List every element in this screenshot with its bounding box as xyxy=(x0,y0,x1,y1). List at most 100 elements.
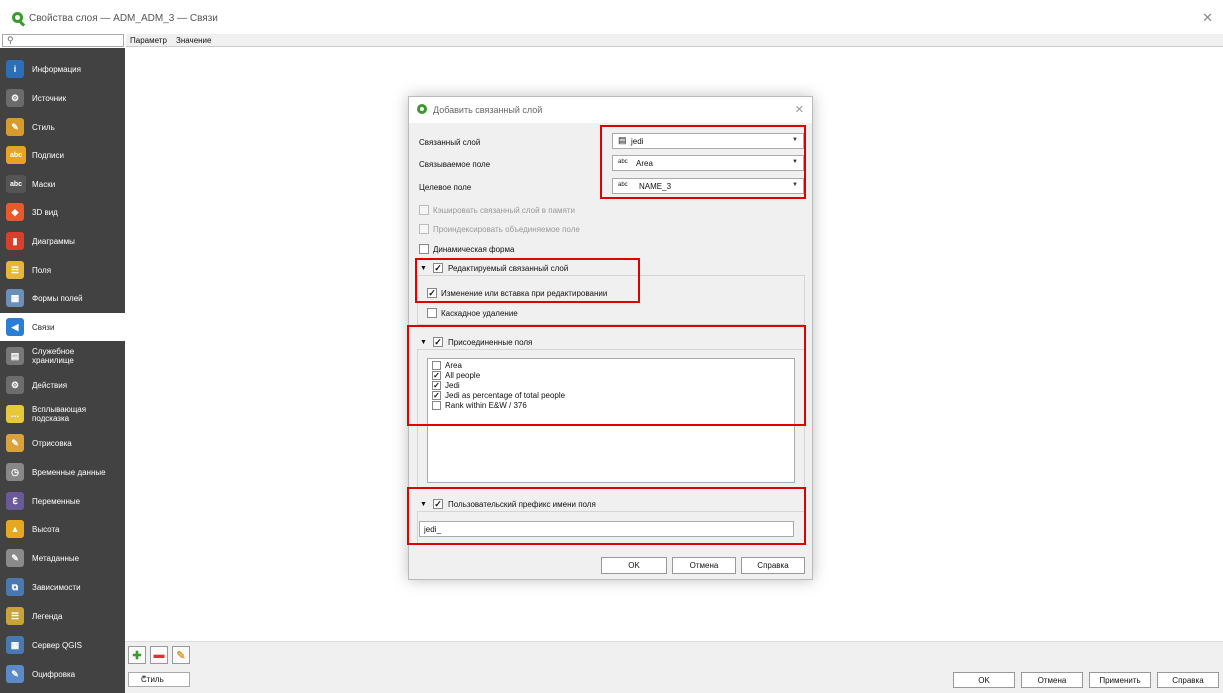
sidebar-item-metadata[interactable]: ✎ Метаданные xyxy=(0,544,125,572)
sidebar-item-label: Информация xyxy=(32,65,81,74)
sidebar-item-label: Временные данные xyxy=(32,468,106,477)
sidebar-item-label: Зависимости xyxy=(32,583,81,592)
plus-icon: ✚ xyxy=(132,649,142,662)
metadata-icon: ✎ xyxy=(6,549,24,567)
index-checkbox[interactable] xyxy=(419,224,429,234)
sidebar-item-label: Связи xyxy=(32,323,55,332)
variables-icon: ℇ xyxy=(6,492,24,510)
dialog-close-icon[interactable]: ✕ xyxy=(795,103,804,116)
sidebar-item-qgis-server[interactable]: ▦ Сервер QGIS xyxy=(0,631,125,659)
labels-icon: abc xyxy=(6,146,26,164)
sidebar-item-dependencies[interactable]: ⧉ Зависимости xyxy=(0,573,125,601)
style-brush-icon: ✎ xyxy=(6,118,24,136)
temporal-icon: ◷ xyxy=(6,463,24,481)
dialog-help-button[interactable]: Справка xyxy=(741,557,805,574)
sidebar-item-masks[interactable]: abc Маски xyxy=(0,170,125,198)
join-field-label: Связываемое поле xyxy=(419,160,491,169)
cache-checkbox[interactable] xyxy=(419,205,429,215)
column-header-value[interactable]: Значение xyxy=(176,36,211,45)
cache-label: Кэшировать связанный слой в памяти xyxy=(433,206,576,215)
sidebar-item-label: Отрисовка xyxy=(32,439,72,448)
sidebar-item-tooltip[interactable]: … Всплывающая подсказка xyxy=(0,400,125,428)
joins-icon: ◀ xyxy=(6,318,24,336)
masks-icon: abc xyxy=(6,175,26,193)
sidebar-item-label: Легенда xyxy=(32,612,63,621)
source-icon: ⚙ xyxy=(6,89,24,107)
sidebar-item-style-brush[interactable]: ✎ Стиль xyxy=(0,113,125,141)
sidebar-item-label: Формы полей xyxy=(32,294,83,303)
column-header-param[interactable]: Параметр xyxy=(130,36,167,45)
diagrams-icon: ▮ xyxy=(6,232,24,250)
sidebar-item-legend[interactable]: ☰ Легенда xyxy=(0,602,125,630)
highlight-box-editable xyxy=(415,258,640,303)
sidebar-item-temporal[interactable]: ◷ Временные данные xyxy=(0,458,125,486)
remove-join-button[interactable]: ▬ xyxy=(150,646,168,664)
sidebar-item-label: Диаграммы xyxy=(32,237,75,246)
cancel-button[interactable]: Отмена xyxy=(1021,672,1083,688)
sidebar-item-label: Маски xyxy=(32,180,56,189)
ok-button[interactable]: OK xyxy=(953,672,1015,688)
dynamic-form-label: Динамическая форма xyxy=(433,245,515,254)
sidebar-item-label: Служебное хранилище xyxy=(32,347,75,365)
highlight-box-joined-fields xyxy=(407,325,806,426)
style-dropdown[interactable]: Стиль ▼ xyxy=(128,672,190,687)
legend-icon: ☰ xyxy=(6,607,24,625)
add-join-button[interactable]: ✚ xyxy=(128,646,146,664)
window-title: Свойства слоя — ADM_ADM_3 — Связи xyxy=(29,13,218,24)
dialog-titlebar: Добавить связанный слой ✕ xyxy=(409,97,812,123)
sidebar-item-labels[interactable]: abc Подписи xyxy=(0,141,125,169)
digitizing-icon: ✎ xyxy=(6,665,24,683)
highlight-box-combos xyxy=(600,125,806,199)
sidebar-item-info[interactable]: i Информация xyxy=(0,55,125,83)
dialog-cancel-button[interactable]: Отмена xyxy=(672,557,736,574)
highlight-box-prefix xyxy=(407,487,806,545)
sidebar-item-variables[interactable]: ℇ Переменные xyxy=(0,487,125,515)
field-forms-icon: ▦ xyxy=(6,289,24,307)
dynamic-form-checkbox[interactable] xyxy=(419,244,429,254)
sidebar-item-label: Сервер QGIS xyxy=(32,641,82,650)
qgis-logo-icon xyxy=(417,104,427,114)
sidebar-item-label: Источник xyxy=(32,94,67,103)
close-icon[interactable]: ✕ xyxy=(1202,10,1213,26)
sidebar-item-actions[interactable]: ⚙ Действия xyxy=(0,371,125,399)
sidebar-item-diagrams[interactable]: ▮ Диаграммы xyxy=(0,227,125,255)
sidebar-item-label: Подписи xyxy=(32,151,64,160)
join-layer-label: Связанный слой xyxy=(419,138,481,147)
table-header: Параметр Значение xyxy=(126,34,1223,47)
sidebar-item-field-forms[interactable]: ▦ Формы полей xyxy=(0,284,125,312)
dependencies-icon: ⧉ xyxy=(6,578,24,596)
sidebar-item-rendering[interactable]: ✎ Отрисовка xyxy=(0,429,125,457)
pencil-icon: ✎ xyxy=(176,649,186,662)
dialog-ok-button[interactable]: OK xyxy=(601,557,667,574)
sidebar-item-label: 3D вид xyxy=(32,208,58,217)
minus-icon: ▬ xyxy=(153,649,165,661)
sidebar-item-label: Стиль xyxy=(32,123,55,132)
index-label: Проиндексировать объединяемое поле xyxy=(433,225,580,234)
qgis-server-icon: ▦ xyxy=(6,636,24,654)
sidebar-item-elevation[interactable]: ▲ Высота xyxy=(0,515,125,543)
tooltip-icon: … xyxy=(6,405,24,423)
sidebar-item-label: Переменные xyxy=(32,497,81,506)
apply-button[interactable]: Применить xyxy=(1089,672,1151,688)
sidebar-search-input[interactable]: ⚲ xyxy=(2,34,124,47)
cascade-checkbox[interactable] xyxy=(427,308,437,318)
elevation-icon: ▲ xyxy=(6,520,24,538)
sidebar-item-joins[interactable]: ◀ Связи xyxy=(0,313,125,341)
edit-join-button[interactable]: ✎ xyxy=(172,646,190,664)
sidebar-item-label: Метаданные xyxy=(32,554,80,563)
sidebar-item-source[interactable]: ⚙ Источник xyxy=(0,84,125,112)
sidebar-item-digitizing[interactable]: ✎ Оцифровка xyxy=(0,660,125,688)
sidebar-item-label: Всплывающая подсказка xyxy=(32,405,87,423)
rendering-icon: ✎ xyxy=(6,434,24,452)
3d-view-icon: ◆ xyxy=(6,203,24,221)
qgis-logo-icon xyxy=(12,12,23,23)
sidebar-item-fields[interactable]: ☰ Поля xyxy=(0,256,125,284)
window-titlebar: Свойства слоя — ADM_ADM_3 — Связи ✕ xyxy=(0,0,1223,34)
target-field-label: Целевое поле xyxy=(419,183,472,192)
auxiliary-storage-icon: ▤ xyxy=(6,347,24,365)
sidebar-item-auxiliary-storage[interactable]: ▤ Служебное хранилище xyxy=(0,342,125,370)
sidebar-item-3d-view[interactable]: ◆ 3D вид xyxy=(0,198,125,226)
sidebar: i Информация ⚙ Источник ✎ Стиль abc Подписи abc М… xyxy=(0,48,125,693)
info-icon: i xyxy=(6,60,24,78)
help-button[interactable]: Справка xyxy=(1157,672,1219,688)
